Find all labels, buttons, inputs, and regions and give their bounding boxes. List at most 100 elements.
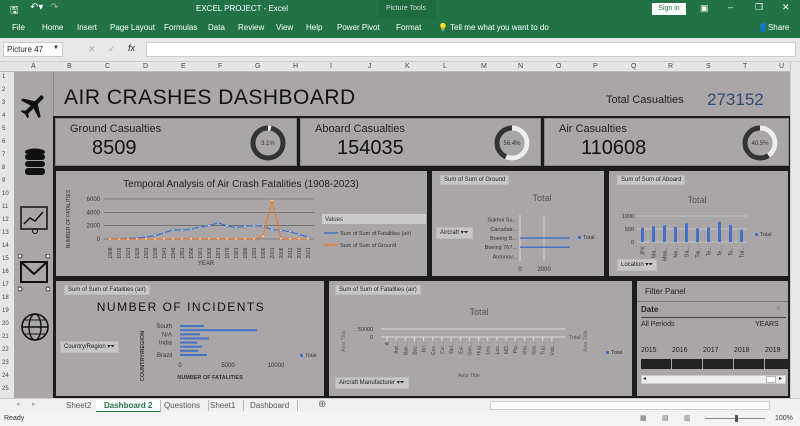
zoom-thumb[interactable] — [735, 415, 738, 422]
zoom-slider[interactable] — [705, 418, 765, 419]
row-header[interactable]: 2 — [2, 87, 5, 93]
database-icon[interactable] — [24, 148, 46, 176]
aboard-chart-panel[interactable]: Sum of Sum of Aboard Total05001000JFKMa.… — [607, 169, 790, 278]
formula-input[interactable] — [146, 42, 796, 57]
manufacturer-chart-panel[interactable]: Sum of Sum of Fatalities (air) Total0500… — [327, 279, 634, 398]
row-header[interactable]: 20 — [2, 321, 9, 327]
country-filter-button[interactable]: Country/Region ▾⏷ — [60, 341, 119, 353]
next-sheet-icon[interactable]: ▸ — [32, 400, 36, 408]
time-level-dropdown[interactable]: YEARS — [755, 321, 779, 328]
share-button[interactable]: 👤Share — [758, 23, 789, 32]
tab-help[interactable]: Help — [306, 23, 322, 32]
column-header[interactable]: D — [143, 63, 148, 70]
column-header[interactable]: C — [105, 63, 110, 70]
row-header[interactable]: 25 — [2, 386, 9, 392]
row-header[interactable]: 24 — [2, 373, 9, 379]
temporal-chart-panel[interactable]: Temporal Analysis of Air Crash Fatalitie… — [54, 169, 429, 278]
incidents-chart-panel[interactable]: Sum of Sum of Fatalities (air) NUMBER OF… — [54, 279, 326, 398]
minimize-icon[interactable]: – — [728, 2, 733, 12]
vertical-scrollbar[interactable] — [790, 62, 800, 398]
undo-icon[interactable]: ↶▾ — [30, 2, 43, 13]
ribbon-display-icon[interactable]: ▣ — [700, 3, 709, 14]
timeline-period-bar[interactable] — [734, 359, 764, 369]
column-header[interactable]: J — [368, 63, 372, 70]
sheet-tab[interactable]: Sheet1 — [202, 400, 244, 411]
row-header[interactable]: 3 — [2, 100, 5, 106]
row-header[interactable]: 12 — [2, 217, 9, 223]
mail-icon[interactable] — [18, 254, 50, 292]
restore-icon[interactable]: ❐ — [755, 2, 763, 13]
row-header[interactable]: 9 — [2, 178, 5, 184]
column-header[interactable]: H — [293, 63, 298, 70]
tab-insert[interactable]: Insert — [77, 23, 97, 32]
page-layout-view-icon[interactable]: ▤ — [662, 414, 669, 422]
sign-in-button[interactable]: Sign in — [652, 3, 686, 15]
name-box[interactable]: Picture 47▼ — [3, 42, 63, 57]
sheet-tab[interactable]: Sheet2 — [58, 400, 100, 411]
aircraft-filter-button[interactable]: Aircraft ▾⏷ — [436, 227, 473, 239]
location-filter-button[interactable]: Location ▾⏷ — [617, 259, 657, 271]
scroll-right-icon[interactable]: ▸ — [779, 375, 782, 382]
scroll-thumb[interactable] — [766, 376, 776, 383]
column-header[interactable]: K — [405, 63, 410, 70]
row-header[interactable]: 1 — [2, 74, 5, 80]
field-button[interactable]: Sum of Sum of Aboard — [617, 175, 685, 185]
row-header[interactable]: 17 — [2, 282, 9, 288]
column-header[interactable]: S — [706, 63, 711, 70]
field-button[interactable]: Sum of Sum of Fatalities (air) — [335, 285, 421, 295]
row-header[interactable]: 15 — [2, 256, 9, 262]
row-header[interactable]: 7 — [2, 152, 5, 158]
row-header[interactable]: 18 — [2, 295, 9, 301]
row-header[interactable]: 11 — [2, 204, 8, 210]
field-button[interactable]: Sum of Sum of Fatalities (air) — [64, 285, 150, 295]
column-header[interactable]: R — [668, 63, 673, 70]
analytics-chart-icon[interactable] — [20, 206, 48, 234]
column-header[interactable]: O — [556, 63, 561, 70]
column-header[interactable]: B — [67, 63, 72, 70]
cancel-icon[interactable]: ✕ — [88, 44, 96, 55]
column-header[interactable]: G — [255, 63, 260, 70]
scroll-left-icon[interactable]: ◂ — [643, 375, 646, 382]
row-header[interactable]: 19 — [2, 308, 9, 314]
column-header[interactable]: N — [518, 63, 523, 70]
prev-sheet-icon[interactable]: ◂ — [16, 400, 20, 408]
manufacturer-filter-button[interactable]: Aircraft Manufacturer ▾⏷ — [335, 377, 409, 389]
tab-power-pivot[interactable]: Power Pivot — [337, 23, 380, 32]
zoom-level[interactable]: 100% — [775, 415, 793, 422]
row-header[interactable]: 22 — [2, 347, 9, 353]
tab-view[interactable]: View — [276, 23, 293, 32]
tab-review[interactable]: Review — [238, 23, 264, 32]
tab-formulas[interactable]: Formulas — [164, 23, 197, 32]
column-header[interactable]: I — [330, 63, 332, 70]
page-break-view-icon[interactable]: ▥ — [684, 414, 691, 422]
column-header[interactable]: E — [181, 63, 186, 70]
sheet-tab[interactable]: Dashboard — [242, 400, 298, 411]
column-header[interactable]: L — [443, 63, 447, 70]
row-header[interactable]: 14 — [2, 243, 9, 249]
tab-home[interactable]: Home — [42, 23, 63, 32]
clear-filter-icon[interactable]: ⨯ — [775, 304, 782, 313]
close-icon[interactable]: ✕ — [782, 2, 790, 13]
column-header[interactable]: P — [593, 63, 598, 70]
tab-file[interactable]: File — [12, 23, 25, 32]
column-header[interactable]: M — [481, 63, 487, 70]
tab-page-layout[interactable]: Page Layout — [110, 23, 155, 32]
row-header[interactable]: 5 — [2, 126, 5, 132]
add-sheet-icon[interactable]: ⊕ — [318, 399, 326, 410]
globe-icon[interactable] — [20, 312, 50, 342]
timeline-period-bar[interactable] — [703, 359, 733, 369]
redo-icon[interactable]: ↷ — [50, 2, 58, 13]
normal-view-icon[interactable]: ▦ — [640, 414, 647, 422]
row-header[interactable]: 13 — [2, 230, 9, 236]
field-button[interactable]: Sum of Sum of Ground — [440, 175, 509, 185]
column-header[interactable]: U — [779, 63, 784, 70]
row-header[interactable]: 16 — [2, 269, 9, 275]
row-header[interactable]: 6 — [2, 139, 5, 145]
enter-icon[interactable]: ✓ — [108, 44, 116, 55]
timeline-scrollbar[interactable]: ◂ ▸ — [641, 375, 786, 384]
timeline-period-bar[interactable] — [672, 359, 702, 369]
row-header[interactable]: 10 — [2, 191, 9, 197]
tab-format[interactable]: Format — [396, 23, 421, 32]
column-header[interactable]: T — [743, 63, 747, 70]
airplane-icon[interactable] — [18, 88, 50, 124]
